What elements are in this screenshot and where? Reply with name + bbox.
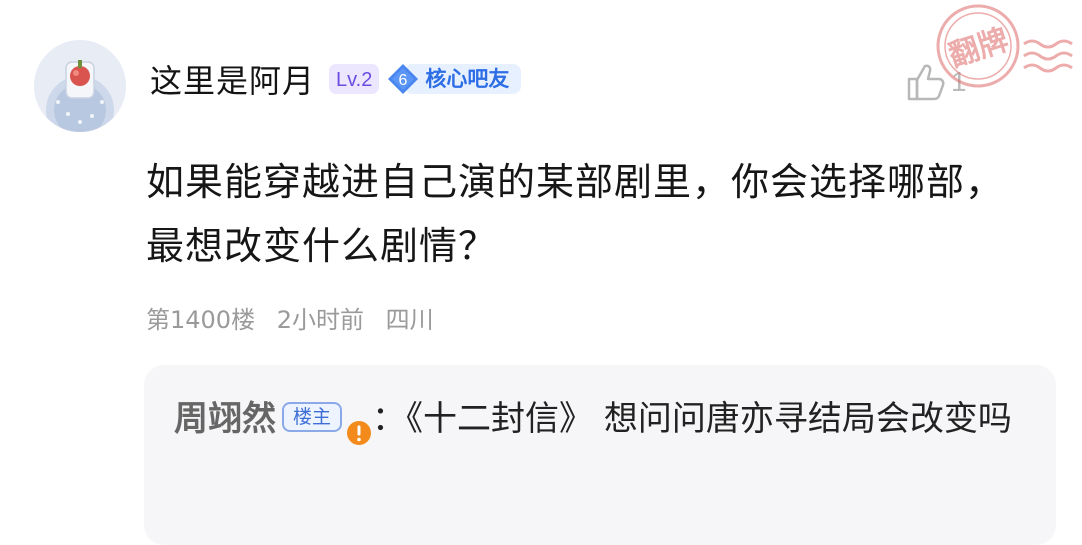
stamp-text: 翻牌 <box>945 22 1013 74</box>
reply-text: 《十二封信》 想问问唐亦寻结局会改变吗 <box>406 399 1012 439</box>
post-meta: 第1400楼 2小时前 四川 <box>146 300 446 335</box>
post-content: 如果能穿越进自己演的某部剧里，你会选择哪部，最想改变什么剧情？ <box>146 160 1005 268</box>
fan-title: 核心吧友 <box>407 64 522 94</box>
reply-item[interactable]: 周翊然 楼主 ：《十二封信》 想问问唐亦寻结局会改变吗 <box>174 388 1034 450</box>
level-badge: Lv.2 <box>329 64 380 94</box>
fanpai-stamp: 翻牌 <box>920 0 1082 110</box>
diamond-badge-icon: 6 <box>387 63 419 95</box>
username[interactable]: 这里是阿月 <box>150 56 315 102</box>
post-location: 四川 <box>385 306 434 334</box>
post-time: 2小时前 <box>276 306 364 334</box>
reply-separator: ： <box>372 399 407 439</box>
floor-number: 第1400楼 <box>146 306 256 334</box>
fan-level-number: 6 <box>399 72 408 89</box>
avatar[interactable] <box>34 40 126 132</box>
reply-username[interactable]: 周翊然 <box>174 399 276 439</box>
fan-level-badge: 6 核心吧友 <box>387 63 522 95</box>
post-header: 这里是阿月 Lv.2 6 核心吧友 <box>150 54 522 104</box>
host-badge: 楼主 <box>282 401 343 432</box>
warning-icon <box>346 404 372 445</box>
